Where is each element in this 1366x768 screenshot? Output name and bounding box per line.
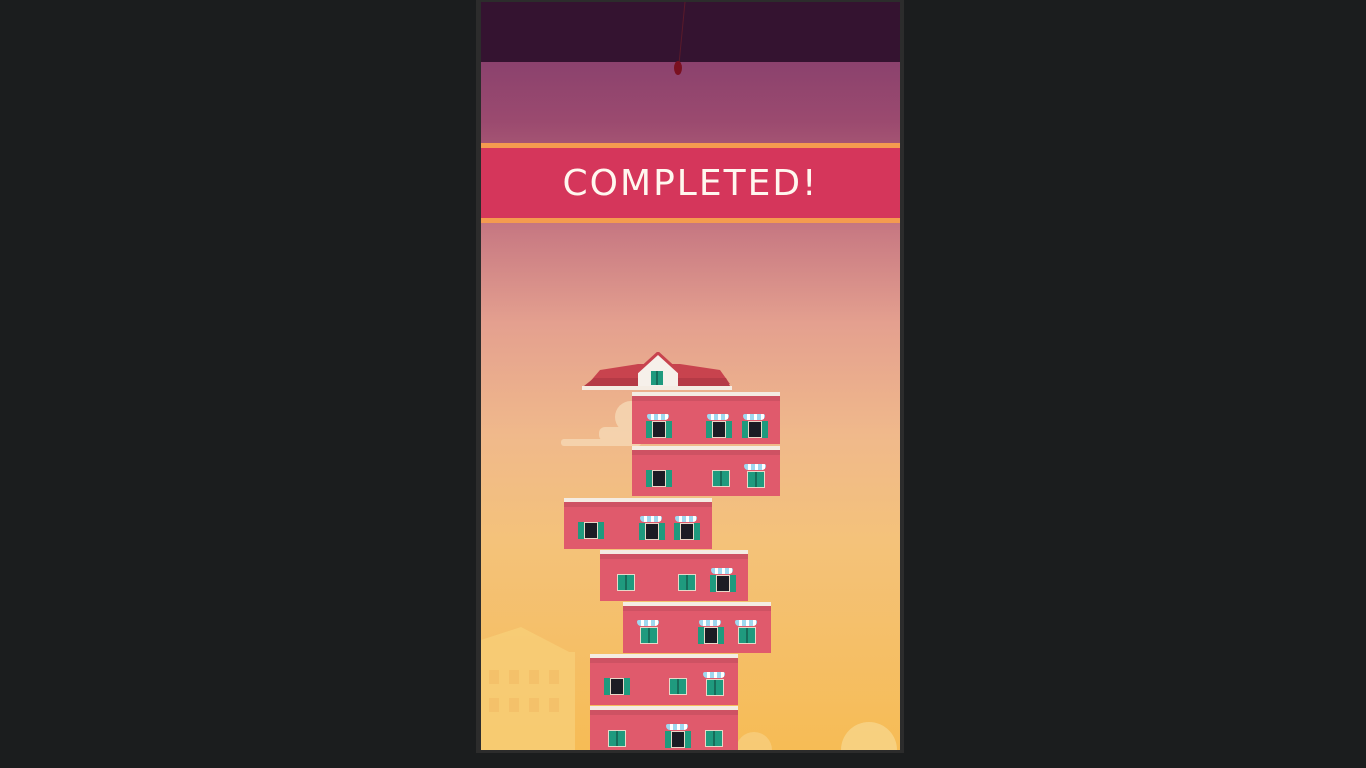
- tower-floor: [623, 602, 771, 653]
- tower-floor: [632, 392, 780, 444]
- banner-title: COMPLETED!: [562, 163, 819, 204]
- distant-building: [481, 627, 575, 750]
- crane-rope: [674, 2, 686, 75]
- tower-roof: [582, 352, 732, 390]
- tower-floor: [564, 498, 712, 549]
- tower-floor: [590, 654, 738, 705]
- completed-banner: COMPLETED!: [481, 143, 900, 223]
- tower-floor: [600, 550, 748, 601]
- distant-dome: [841, 722, 897, 750]
- tower-floor: [590, 706, 738, 750]
- tower-floor: [632, 446, 780, 496]
